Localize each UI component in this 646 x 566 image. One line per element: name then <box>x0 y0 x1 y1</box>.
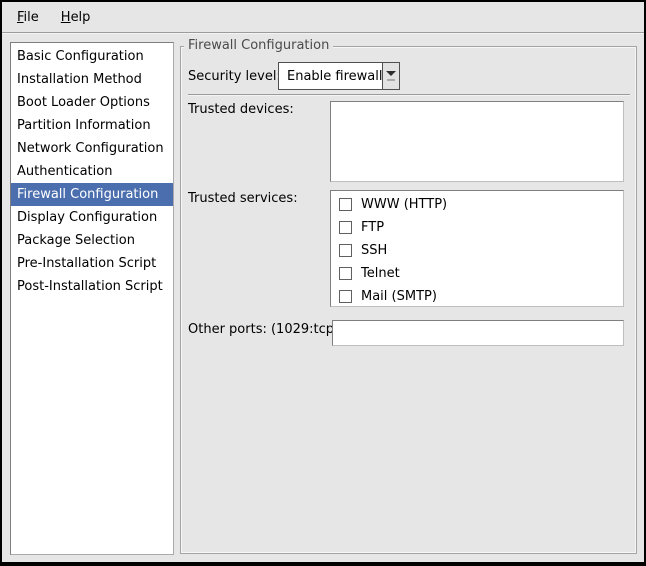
service-label: SSH <box>361 243 387 258</box>
service-row-ssh[interactable]: SSH <box>331 239 623 262</box>
menu-file[interactable]: File <box>10 7 46 28</box>
trusted-devices-list[interactable] <box>330 101 624 182</box>
dropdown-bar-icon <box>387 79 395 81</box>
trusted-devices-label: Trusted devices: <box>188 102 294 117</box>
chevron-down-icon <box>386 71 396 76</box>
sidebar-item-basic-configuration[interactable]: Basic Configuration <box>11 45 173 68</box>
security-level-dropdown[interactable]: Enable firewall <box>278 62 400 90</box>
service-label: FTP <box>361 220 384 235</box>
kickstart-configurator-window: File Help Basic Configuration Installati… <box>0 0 646 566</box>
other-ports-label: Other ports: (1029:tcp) <box>188 322 339 337</box>
security-level-value: Enable firewall <box>279 63 382 89</box>
section-list: Basic Configuration Installation Method … <box>10 42 174 555</box>
sidebar-item-network-configuration[interactable]: Network Configuration <box>11 137 173 160</box>
service-label: Telnet <box>361 266 400 281</box>
service-row-ftp[interactable]: FTP <box>331 216 623 239</box>
sidebar-item-firewall-configuration[interactable]: Firewall Configuration <box>11 183 173 206</box>
security-level-label: Security level: <box>188 69 281 84</box>
sidebar-item-partition-information[interactable]: Partition Information <box>11 114 173 137</box>
sidebar-item-package-selection[interactable]: Package Selection <box>11 229 173 252</box>
trusted-services-list: WWW (HTTP) FTP SSH Telnet Mail (SMTP) <box>330 190 624 307</box>
sidebar-item-authentication[interactable]: Authentication <box>11 160 173 183</box>
service-label: Mail (SMTP) <box>361 289 437 304</box>
sidebar-item-pre-installation-script[interactable]: Pre-Installation Script <box>11 252 173 275</box>
service-row-www[interactable]: WWW (HTTP) <box>331 193 623 216</box>
checkbox-mail[interactable] <box>339 290 352 303</box>
sidebar-item-boot-loader-options[interactable]: Boot Loader Options <box>11 91 173 114</box>
frame-title: Firewall Configuration <box>184 38 333 53</box>
other-ports-input[interactable] <box>332 320 624 346</box>
checkbox-ftp[interactable] <box>339 221 352 234</box>
menu-bar: File Help <box>2 2 644 33</box>
checkbox-telnet[interactable] <box>339 267 352 280</box>
checkbox-ssh[interactable] <box>339 244 352 257</box>
sidebar-item-post-installation-script[interactable]: Post-Installation Script <box>11 275 173 298</box>
sidebar-item-display-configuration[interactable]: Display Configuration <box>11 206 173 229</box>
dropdown-arrow-button[interactable] <box>382 63 399 89</box>
checkbox-www[interactable] <box>339 198 352 211</box>
service-row-mail[interactable]: Mail (SMTP) <box>331 285 623 307</box>
horizontal-separator <box>188 94 630 96</box>
trusted-services-label: Trusted services: <box>188 191 298 206</box>
menu-help[interactable]: Help <box>54 7 98 28</box>
service-label: WWW (HTTP) <box>361 197 447 212</box>
sidebar-item-installation-method[interactable]: Installation Method <box>11 68 173 91</box>
service-row-telnet[interactable]: Telnet <box>331 262 623 285</box>
